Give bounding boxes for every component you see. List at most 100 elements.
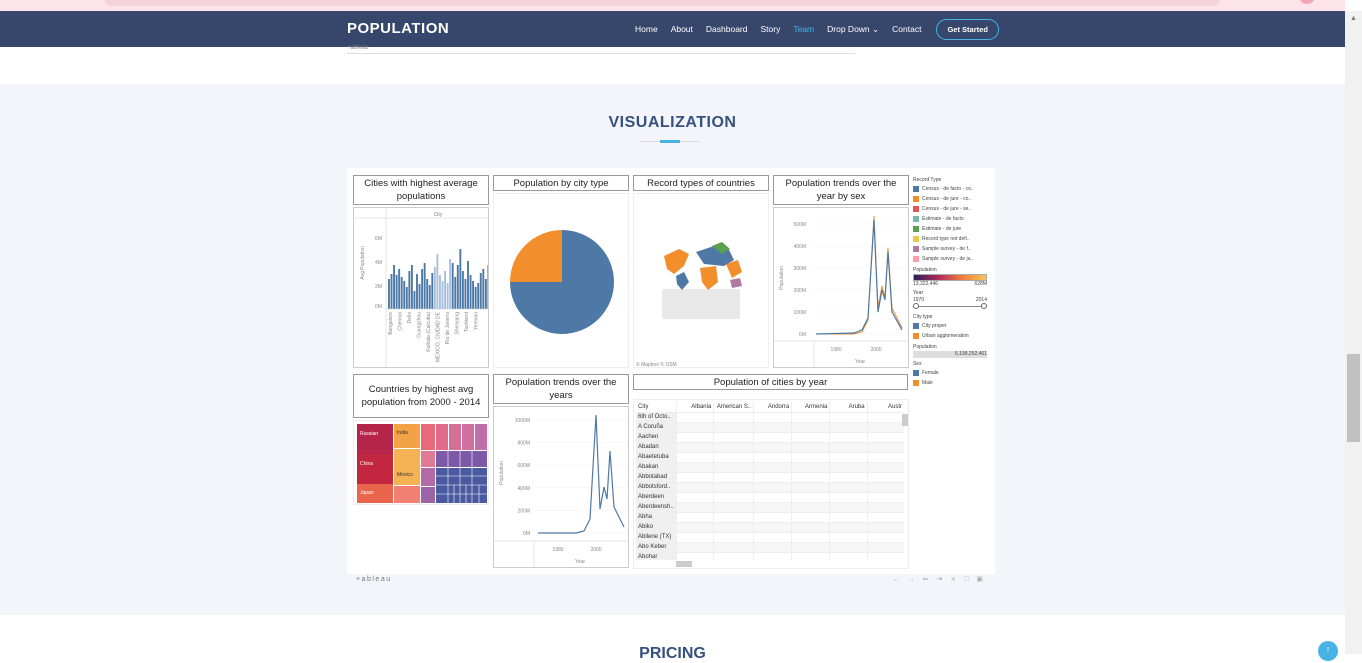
legend-record-item[interactable]: Census - de facto - co.. [913, 184, 993, 194]
bar[interactable] [421, 269, 424, 309]
table-row[interactable]: Abohar [636, 552, 904, 560]
share-icon[interactable]: ⨯ [950, 576, 964, 583]
bar[interactable] [416, 274, 418, 309]
bar[interactable] [469, 275, 472, 309]
bar[interactable] [400, 277, 403, 309]
tableau-logo[interactable]: +ableau [356, 576, 392, 583]
table-row[interactable]: Abilene (TX) [636, 532, 904, 543]
scrollbar-thumb[interactable] [1347, 354, 1360, 442]
bar[interactable] [479, 273, 482, 309]
bar[interactable] [439, 275, 441, 309]
table-row[interactable]: Aberdeensh.. [636, 502, 904, 513]
table-header-country[interactable]: Armenia [791, 402, 830, 413]
line-female[interactable] [815, 219, 903, 335]
pie-chart-panel[interactable] [493, 193, 629, 368]
table-row[interactable]: Abo Keber [636, 542, 904, 553]
bar[interactable] [487, 265, 489, 309]
table-row[interactable]: 6th of Octo.. [636, 412, 904, 423]
population-filter-bar[interactable]: 6,199,252,461 [913, 351, 987, 358]
bar[interactable] [449, 259, 452, 309]
table-row[interactable]: Aberdeen [636, 492, 904, 503]
legend-record-item[interactable]: Census - de jure - se.. [913, 204, 993, 214]
bar[interactable] [477, 283, 480, 309]
bar[interactable] [454, 277, 457, 309]
legend-sex-item[interactable]: Male [913, 378, 993, 388]
table-row[interactable]: Aachen [636, 432, 904, 443]
legend-record-item[interactable]: Record type not defi.. [913, 234, 993, 244]
get-started-button[interactable]: Get Started [936, 18, 999, 40]
bar[interactable] [461, 271, 464, 309]
bar[interactable] [456, 265, 459, 309]
table-row[interactable]: Abadan [636, 442, 904, 453]
revert-icon[interactable]: ⇐ [923, 576, 937, 583]
brand-logo[interactable]: POPULATION [347, 20, 449, 37]
bar[interactable] [403, 281, 406, 309]
redo-icon[interactable]: → [908, 576, 923, 583]
trend-years-panel[interactable]: Population 0M 200M 400M 600M 800M 1000M 1980 … [493, 406, 629, 568]
bar[interactable] [413, 291, 416, 309]
nav-about[interactable]: About [671, 24, 693, 34]
year-slider[interactable] [913, 303, 987, 311]
population-color-ramp[interactable] [913, 274, 987, 281]
treemap-panel[interactable]: Russian India China Mexico Japan [353, 420, 489, 505]
bar[interactable] [390, 274, 393, 309]
legend-citytype-item[interactable]: City proper [913, 321, 993, 331]
bar[interactable] [418, 284, 421, 309]
bar[interactable] [444, 271, 446, 309]
bar-chart-panel[interactable]: City Avg Population 6M 4M 2M 0M Bangalor… [353, 207, 489, 368]
bar[interactable] [451, 263, 454, 309]
tile-russian[interactable] [357, 424, 393, 454]
table-header-country[interactable]: American S.. [713, 402, 754, 413]
nav-dashboard[interactable]: Dashboard [706, 24, 748, 34]
bar[interactable] [408, 271, 411, 309]
bar[interactable] [423, 263, 426, 309]
bar[interactable] [398, 269, 401, 309]
tile-china[interactable] [357, 454, 393, 484]
nav-team[interactable]: Team [793, 24, 814, 34]
table-row[interactable]: Abha [636, 512, 904, 523]
bar[interactable] [428, 285, 431, 309]
bar[interactable] [388, 279, 390, 309]
bar[interactable] [410, 265, 413, 309]
comment-icon[interactable]: □ [964, 576, 976, 583]
table-hscroll-thumb[interactable] [676, 561, 692, 567]
pie-slice-urban-agglomeration[interactable] [510, 230, 562, 282]
table-header-country[interactable]: Austr [866, 402, 904, 413]
bar[interactable] [467, 261, 469, 309]
bar[interactable] [393, 265, 395, 309]
bar[interactable] [464, 279, 467, 309]
table-row[interactable]: Abaetetuba [636, 452, 904, 463]
bar[interactable] [395, 275, 398, 309]
table-header-country[interactable]: Albania [675, 402, 714, 413]
bar[interactable] [472, 281, 475, 309]
line-total-population[interactable] [538, 414, 625, 534]
undo-icon[interactable]: ← [893, 576, 908, 583]
nav-contact[interactable]: Contact [892, 24, 921, 34]
nav-home[interactable]: Home [635, 24, 658, 34]
table-row[interactable]: Abiko [636, 522, 904, 533]
legend-record-item[interactable]: Estimate - de facto [913, 214, 993, 224]
table-row[interactable]: Abbotsford.. [636, 482, 904, 493]
legend-sex-item[interactable]: Female [913, 368, 993, 378]
trend-sex-panel[interactable]: Population 0M 100M 200M 300M 400M 500M 1980 2… [773, 207, 909, 368]
table-header-country[interactable]: Aruba [829, 402, 868, 413]
page-scrollbar[interactable]: ▲ [1345, 11, 1362, 654]
bar[interactable] [484, 279, 487, 309]
bar[interactable] [433, 267, 436, 309]
bar[interactable] [441, 281, 444, 309]
bar[interactable] [446, 283, 449, 309]
year-slider-handle-min[interactable] [913, 303, 919, 309]
table-row[interactable]: Abakan [636, 462, 904, 473]
bar[interactable] [474, 287, 477, 309]
bar[interactable] [482, 269, 485, 309]
table-header-country[interactable]: Andorra [753, 402, 792, 413]
map-panel[interactable]: © Mapbox © OSM [633, 193, 769, 368]
cities-table-panel[interactable]: City Albania American S.. Andorra Armenia Aru… [633, 399, 909, 569]
refresh-icon[interactable]: ⇥ [936, 576, 950, 583]
table-row[interactable]: A Coruña [636, 422, 904, 433]
legend-record-item[interactable]: Sample survey - de f.. [913, 244, 993, 254]
bar[interactable] [436, 254, 439, 309]
tile-india[interactable] [394, 424, 420, 448]
tile-mexico[interactable] [394, 449, 420, 485]
nav-dropdown[interactable]: Drop Down ⌄ [827, 24, 879, 35]
